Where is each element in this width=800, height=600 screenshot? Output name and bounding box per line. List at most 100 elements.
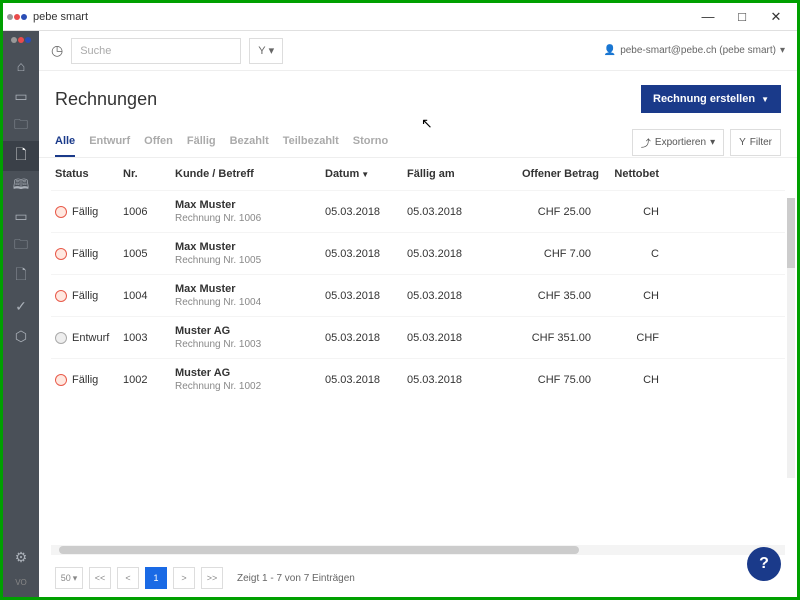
page-last-button[interactable]: >> (201, 567, 223, 589)
status-text: Entwurf (72, 332, 109, 344)
tab-alle[interactable]: Alle (55, 127, 75, 157)
sidebar-settings-icon[interactable]: ⚙ (3, 542, 39, 572)
search-filter-dropdown[interactable]: Y▾ (249, 38, 283, 64)
chevron-down-icon: ▼ (761, 95, 769, 104)
sidebar-calendar-icon[interactable]: 🗀 (3, 231, 39, 261)
cell-datum: 05.03.2018 (325, 248, 407, 260)
sidebar-dashboard-icon[interactable]: ⌂ (3, 51, 39, 81)
caret-down-icon: ▾ (710, 137, 715, 148)
vertical-scrollbar[interactable] (787, 198, 795, 478)
cell-netto: CH (599, 206, 659, 218)
cell-offen: CHF 75.00 (489, 374, 599, 386)
sort-desc-icon: ▼ (361, 170, 369, 179)
user-icon: 👤 (604, 45, 616, 56)
cell-faellig: 05.03.2018 (407, 374, 489, 386)
cell-faellig: 05.03.2018 (407, 332, 489, 344)
col-datum[interactable]: Datum▼ (325, 168, 407, 180)
page-size-select[interactable]: 50▾ (55, 567, 83, 589)
status-dot-icon (55, 332, 67, 344)
sidebar-cube-icon[interactable]: ⬡ (3, 321, 39, 351)
status-text: Fällig (72, 206, 98, 218)
status-dot-icon (55, 290, 67, 302)
sidebar-logo-icon (3, 37, 39, 43)
sidebar-bookmark-icon[interactable]: 🕮 (3, 171, 39, 201)
page-next-button[interactable]: > (173, 567, 195, 589)
tab-entwurf[interactable]: Entwurf (89, 127, 130, 157)
tab-bezahlt[interactable]: Bezahlt (230, 127, 269, 157)
cell-nr: 1006 (123, 206, 175, 218)
tab-storno[interactable]: Storno (353, 127, 388, 157)
create-invoice-button[interactable]: Rechnung erstellen ▼ (641, 85, 781, 113)
sidebar-receipt-icon[interactable]: 🗋 (3, 261, 39, 291)
cell-netto: CH (599, 290, 659, 302)
cell-netto: C (599, 248, 659, 260)
col-netto[interactable]: Nettobet (599, 168, 659, 180)
sidebar-folder-icon[interactable]: 🗀 (3, 111, 39, 141)
close-button[interactable]: ✕ (759, 3, 793, 31)
cell-offen: CHF 25.00 (489, 206, 599, 218)
export-label: Exportieren (655, 137, 706, 148)
table-row[interactable]: Entwurf1003Muster AGRechnung Nr. 100305.… (51, 316, 785, 358)
sidebar-contacts-icon[interactable]: ▭ (3, 81, 39, 111)
table-container: Status Nr. Kunde / Betreff Datum▼ Fällig… (39, 158, 797, 541)
sidebar-check-icon[interactable]: ✓ (3, 291, 39, 321)
col-offen[interactable]: Offener Betrag (489, 168, 599, 180)
cell-faellig: 05.03.2018 (407, 248, 489, 260)
cell-netto: CHF (599, 332, 659, 344)
help-button[interactable]: ? (747, 547, 781, 581)
table-row[interactable]: Fällig1006Max MusterRechnung Nr. 100605.… (51, 190, 785, 232)
cell-kunde: Muster AGRechnung Nr. 1002 (175, 367, 325, 392)
col-kunde[interactable]: Kunde / Betreff (175, 168, 325, 180)
cell-offen: CHF 351.00 (489, 332, 599, 344)
export-button[interactable]: ⤴ Exportieren ▾ (632, 129, 724, 156)
filter-label: Filter (750, 137, 772, 148)
maximize-button[interactable]: □ (725, 3, 759, 31)
col-faellig[interactable]: Fällig am (407, 168, 489, 180)
pagination-footer: 50▾ << < 1 > >> Zeigt 1 - 7 von 7 Einträ… (39, 559, 797, 597)
status-text: Fällig (72, 248, 98, 260)
status-dot-icon (55, 248, 67, 260)
table-row[interactable]: Fällig1005Max MusterRechnung Nr. 100505.… (51, 232, 785, 274)
topbar: ◷ Suche Y▾ 👤 pebe-smart@pebe.ch (pebe sm… (39, 31, 797, 71)
status-dot-icon (55, 374, 67, 386)
app-logo-icon (7, 14, 27, 20)
page-first-button[interactable]: << (89, 567, 111, 589)
horizontal-scrollbar[interactable] (51, 545, 785, 555)
page-header: Rechnungen Rechnung erstellen ▼ (39, 71, 797, 127)
tab-fällig[interactable]: Fällig (187, 127, 216, 157)
history-icon[interactable]: ◷ (51, 42, 63, 59)
filter-button[interactable]: Y Filter (730, 129, 781, 156)
table-row[interactable]: Fällig1004Max MusterRechnung Nr. 100405.… (51, 274, 785, 316)
user-menu[interactable]: 👤 pebe-smart@pebe.ch (pebe smart) ▾ (604, 45, 785, 56)
filter-icon: Y (739, 137, 746, 148)
cell-faellig: 05.03.2018 (407, 290, 489, 302)
cell-datum: 05.03.2018 (325, 290, 407, 302)
sidebar-card-icon[interactable]: ▭ (3, 201, 39, 231)
page-prev-button[interactable]: < (117, 567, 139, 589)
page-current[interactable]: 1 (145, 567, 167, 589)
sidebar-document-icon[interactable]: 🗋 (3, 141, 39, 171)
col-status[interactable]: Status (55, 168, 123, 180)
status-dot-icon (55, 206, 67, 218)
cell-nr: 1005 (123, 248, 175, 260)
status-text: Fällig (72, 374, 98, 386)
page-title: Rechnungen (55, 89, 157, 110)
pagination-info: Zeigt 1 - 7 von 7 Einträgen (237, 573, 355, 584)
minimize-button[interactable]: — (691, 3, 725, 31)
sidebar: ⌂ ▭ 🗀 🗋 🕮 ▭ 🗀 🗋 ✓ ⬡ ⚙ VO (3, 31, 39, 597)
status-text: Fällig (72, 290, 98, 302)
create-invoice-label: Rechnung erstellen (653, 93, 755, 105)
cell-nr: 1003 (123, 332, 175, 344)
cell-datum: 05.03.2018 (325, 374, 407, 386)
cell-datum: 05.03.2018 (325, 332, 407, 344)
search-input[interactable]: Suche (71, 38, 241, 64)
cell-kunde: Max MusterRechnung Nr. 1004 (175, 283, 325, 308)
cell-faellig: 05.03.2018 (407, 206, 489, 218)
cell-nr: 1004 (123, 290, 175, 302)
tab-teilbezahlt[interactable]: Teilbezahlt (283, 127, 339, 157)
tab-offen[interactable]: Offen (144, 127, 173, 157)
table-row[interactable]: Fällig1002Muster AGRechnung Nr. 100205.0… (51, 358, 785, 400)
cell-netto: CH (599, 374, 659, 386)
col-nr[interactable]: Nr. (123, 168, 175, 180)
cell-datum: 05.03.2018 (325, 206, 407, 218)
